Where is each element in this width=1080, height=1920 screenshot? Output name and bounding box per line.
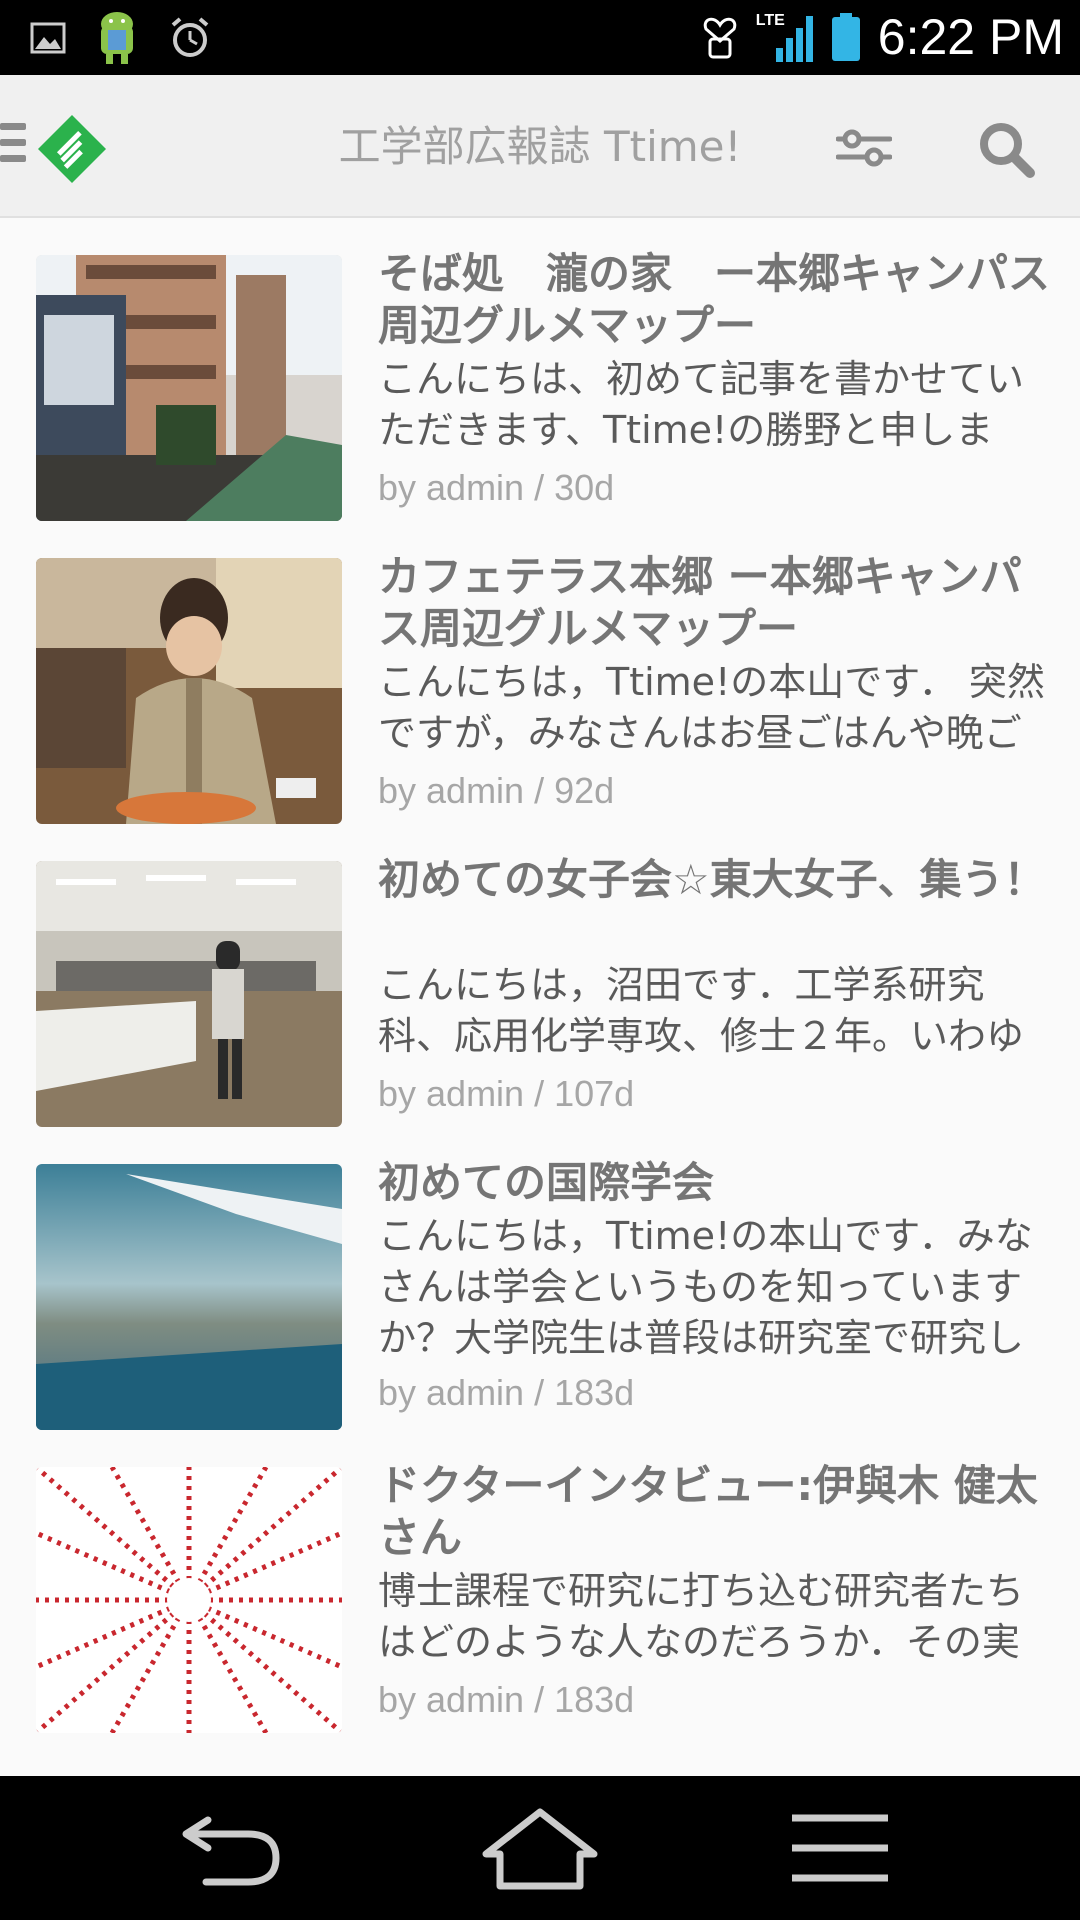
article-title[interactable]: 初めての国際学会 <box>378 1157 1058 1209</box>
recent-apps-icon[interactable] <box>780 1806 900 1890</box>
status-clock: 6:22 PM <box>877 9 1064 65</box>
article-thumbnail <box>36 1164 342 1430</box>
article-meta: by admin / 92d <box>378 770 615 811</box>
article-title[interactable]: 初めての女子会☆東大女子、集う！ <box>378 854 1058 906</box>
article-thumbnail <box>36 861 342 1127</box>
system-icons: LTE 6:22 PM <box>700 6 1064 68</box>
article-summary: こんにちは，Ttime!の本山です． 突然ですが，みなさんはお昼ごはんや晩ご <box>378 660 1045 755</box>
home-icon[interactable] <box>480 1806 600 1890</box>
list-item[interactable]: カフェテラス本郷 ー本郷キャンパス周辺グルメマップー こんにちは，Ttime!の… <box>0 521 1080 824</box>
signal-group: LTE <box>756 8 814 66</box>
search-icon[interactable] <box>976 119 1036 179</box>
article-meta: by admin / 30d <box>378 467 615 508</box>
menu-icon[interactable] <box>0 123 26 169</box>
android-icon <box>101 12 133 64</box>
article-thumbnail <box>36 1467 342 1733</box>
status-bar: LTE 6:22 PM <box>0 0 1080 75</box>
article-title[interactable]: ドクターインタビュー:伊與木 健太さん <box>378 1460 1058 1564</box>
article-summary: こんにちは，Ttime!の本山です．みなさんは学会というものを知っていますか？大… <box>378 1214 1033 1360</box>
article-title[interactable]: そば処 瀧の家 ー本郷キャンパス周辺グルメマップー <box>378 248 1058 352</box>
app-bar: 工学部広報誌 Ttime! <box>0 75 1080 218</box>
list-item[interactable]: 初めての女子会☆東大女子、集う！ こんにちは，沼田です．工学系研究科、応用化学専… <box>0 824 1080 1127</box>
article-meta: by admin / 183d <box>378 1679 635 1720</box>
feedly-logo-icon[interactable] <box>36 113 108 185</box>
app-title: 工学部広報誌 Ttime! <box>338 122 742 171</box>
notification-icons <box>30 10 212 66</box>
list-item[interactable]: ドクターインタビュー:伊與木 健太さん 博士課程で研究に打ち込む研究者たちはどの… <box>0 1430 1080 1733</box>
navigation-bar <box>0 1776 1080 1920</box>
heart-notification-icon <box>703 17 737 59</box>
back-icon[interactable] <box>172 1806 292 1890</box>
signal-icon <box>775 16 813 62</box>
article-title[interactable]: カフェテラス本郷 ー本郷キャンパス周辺グルメマップー <box>378 551 1058 655</box>
list-item[interactable]: 初めての国際学会 こんにちは，Ttime!の本山です．みなさんは学会というものを… <box>0 1127 1080 1430</box>
article-meta: by admin / 183d <box>378 1372 635 1413</box>
battery-icon <box>831 13 860 61</box>
article-meta: by admin / 107d <box>378 1073 635 1114</box>
article-thumbnail <box>36 255 342 521</box>
list-item[interactable]: そば処 瀧の家 ー本郷キャンパス周辺グルメマップー こんにちは、初めて記事を書か… <box>0 218 1080 521</box>
article-thumbnail <box>36 558 342 824</box>
picture-icon <box>30 22 66 54</box>
article-summary: 博士課程で研究に打ち込む研究者たちはどのような人なのだろうか．その実 <box>378 1569 1025 1664</box>
alarm-icon <box>171 17 209 57</box>
article-summary: こんにちは，沼田です．工学系研究科、応用化学専攻、修士２年。いわゆ <box>378 963 1025 1058</box>
article-summary: こんにちは、初めて記事を書かせていただきます、Ttime!の勝野と申しま <box>378 357 1025 452</box>
filter-icon[interactable] <box>836 125 892 171</box>
article-feed: そば処 瀧の家 ー本郷キャンパス周辺グルメマップー こんにちは、初めて記事を書か… <box>0 218 1080 1776</box>
